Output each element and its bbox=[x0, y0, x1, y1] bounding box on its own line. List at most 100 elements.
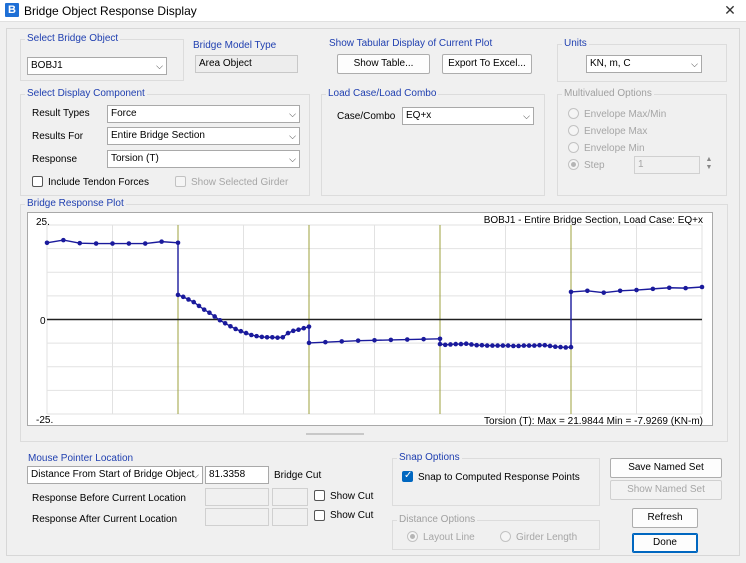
response-point bbox=[699, 284, 705, 290]
response-plot-svg: 25. 0 -25. BOBJ1 - Entire Bridge Section… bbox=[36, 215, 705, 427]
response-value: Torsion (T) bbox=[111, 153, 159, 164]
response-plot[interactable]: 25. 0 -25. BOBJ1 - Entire Bridge Section… bbox=[27, 212, 713, 427]
step-radio[interactable] bbox=[568, 159, 579, 170]
chevron-down-icon: ⌵ bbox=[523, 111, 530, 121]
layout-line-label: Layout Line bbox=[423, 532, 475, 543]
response-point bbox=[217, 317, 223, 323]
export-excel-button[interactable]: Export To Excel... bbox=[442, 54, 532, 74]
response-point bbox=[547, 343, 553, 349]
response-point bbox=[301, 325, 307, 331]
response-select[interactable]: Torsion (T) ⌵ bbox=[107, 150, 300, 168]
response-point bbox=[233, 326, 238, 332]
response-point bbox=[222, 320, 228, 326]
layout-line-radio[interactable] bbox=[407, 531, 418, 542]
step-field[interactable]: 1 bbox=[634, 156, 700, 174]
results-for-value: Entire Bridge Section bbox=[111, 130, 205, 141]
bridge-model-type-label: Bridge Model Type bbox=[193, 40, 277, 51]
close-icon[interactable]: ✕ bbox=[722, 1, 738, 19]
response-point bbox=[355, 338, 361, 343]
bridge-object-select[interactable]: BOBJ1 ⌵ bbox=[27, 57, 167, 75]
response-after-field[interactable] bbox=[205, 508, 269, 526]
include-tendon-label: Include Tendon Forces bbox=[48, 177, 149, 188]
response-point bbox=[159, 239, 164, 244]
response-after-label: Response After Current Location bbox=[32, 514, 178, 525]
response-point bbox=[280, 334, 286, 340]
response-point bbox=[290, 328, 296, 334]
response-point bbox=[666, 285, 672, 291]
response-point bbox=[61, 237, 66, 243]
snap-checkbox[interactable] bbox=[402, 470, 413, 482]
response-point bbox=[526, 343, 532, 348]
envelope-max-radio[interactable] bbox=[568, 125, 579, 136]
snap-options-group: Snap Options Snap to Computed Response P… bbox=[392, 452, 600, 506]
response-point bbox=[458, 341, 464, 347]
tabular-display-label: Show Tabular Display of Current Plot bbox=[327, 38, 495, 49]
response-plot-label: Bridge Response Plot bbox=[25, 198, 126, 209]
response-point bbox=[243, 330, 249, 336]
response-point bbox=[306, 340, 312, 346]
distance-select[interactable]: Distance From Start of Bridge Object ⌵ bbox=[27, 466, 203, 484]
distance-value-field[interactable]: 81.3358 bbox=[205, 466, 269, 484]
response-point bbox=[490, 343, 495, 348]
units-select[interactable]: KN, m, C ⌵ bbox=[586, 55, 702, 73]
select-bridge-object-label: Select Bridge Object bbox=[25, 33, 121, 44]
plot-scroll-handle[interactable] bbox=[306, 433, 364, 435]
chevron-down-icon: ⌵ bbox=[691, 59, 698, 69]
response-point bbox=[516, 343, 521, 349]
response-point bbox=[372, 337, 377, 343]
results-for-select[interactable]: Entire Bridge Section ⌵ bbox=[107, 127, 300, 145]
response-point bbox=[568, 289, 574, 295]
result-types-select[interactable]: Force ⌵ bbox=[107, 105, 300, 123]
response-point bbox=[479, 342, 485, 348]
bridge-cut-label: Bridge Cut bbox=[274, 470, 322, 481]
response-point bbox=[201, 307, 207, 312]
response-point bbox=[542, 342, 548, 348]
y-tick-zero: 0 bbox=[40, 316, 46, 327]
girder-length-radio[interactable] bbox=[500, 531, 511, 542]
step-label: Step bbox=[584, 160, 605, 171]
show-selected-girder-checkbox[interactable] bbox=[175, 176, 186, 187]
multivalued-group: Multivalued Options Envelope Max/Min Env… bbox=[557, 88, 727, 196]
response-point bbox=[238, 328, 244, 334]
bridge-object-value: BOBJ1 bbox=[31, 60, 63, 71]
response-point bbox=[601, 290, 607, 295]
chevron-down-icon: ⌵ bbox=[289, 154, 296, 164]
envelope-min-radio[interactable] bbox=[568, 142, 579, 153]
response-before-field-2[interactable] bbox=[272, 488, 308, 506]
select-bridge-object-group: Select Bridge Object BOBJ1 ⌵ bbox=[20, 33, 184, 81]
response-point bbox=[175, 292, 181, 298]
response-point bbox=[339, 339, 345, 344]
response-point bbox=[474, 342, 479, 348]
app-icon: B bbox=[5, 3, 19, 17]
bridge-model-type-field: Area Object bbox=[195, 55, 298, 73]
response-point bbox=[500, 343, 506, 348]
result-types-label: Result Types bbox=[32, 108, 90, 119]
response-point bbox=[484, 343, 490, 348]
save-named-set-button[interactable]: Save Named Set bbox=[610, 458, 722, 478]
response-point bbox=[463, 341, 469, 346]
refresh-button[interactable]: Refresh bbox=[632, 508, 698, 528]
done-button[interactable]: Done bbox=[632, 533, 698, 553]
load-case-group: Load Case/Load Combo Case/Combo EQ+x ⌵ bbox=[321, 88, 545, 196]
response-point bbox=[93, 241, 99, 246]
case-combo-select[interactable]: EQ+x ⌵ bbox=[402, 107, 534, 125]
show-named-set-button[interactable]: Show Named Set bbox=[610, 480, 722, 500]
response-point bbox=[521, 343, 527, 348]
girder-length-label: Girder Length bbox=[516, 532, 578, 543]
response-point bbox=[249, 332, 254, 338]
show-table-button[interactable]: Show Table... bbox=[337, 54, 430, 74]
response-after-field-2[interactable] bbox=[272, 508, 308, 526]
snap-options-label: Snap Options bbox=[397, 452, 462, 463]
response-point bbox=[448, 342, 453, 347]
response-before-label: Response Before Current Location bbox=[32, 493, 186, 504]
show-cut-after-checkbox[interactable] bbox=[314, 510, 325, 521]
envelope-maxmin-radio[interactable] bbox=[568, 108, 579, 119]
response-point bbox=[469, 342, 474, 347]
step-spinner-icon[interactable]: ▲ ▼ bbox=[704, 156, 714, 172]
chevron-down-icon: ⌵ bbox=[289, 131, 296, 141]
y-tick-bottom: -25. bbox=[36, 415, 53, 426]
show-cut-before-checkbox[interactable] bbox=[314, 490, 325, 501]
include-tendon-checkbox[interactable] bbox=[32, 176, 43, 187]
response-before-field[interactable] bbox=[205, 488, 269, 506]
distance-select-value: Distance From Start of Bridge Object bbox=[31, 469, 195, 480]
